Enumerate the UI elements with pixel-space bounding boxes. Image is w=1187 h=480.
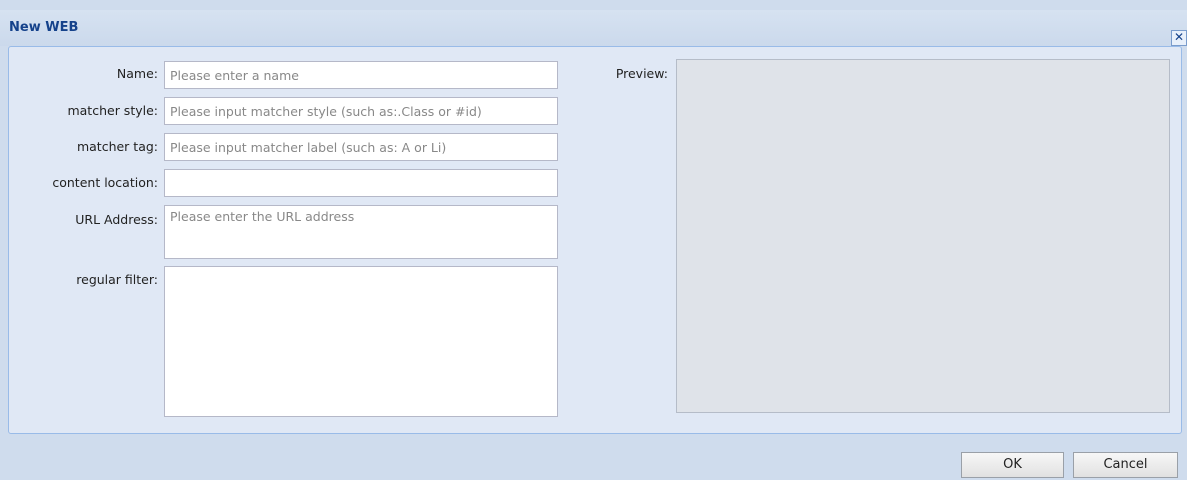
regular-filter-label: regular filter: xyxy=(76,272,158,287)
url-address-label: URL Address: xyxy=(75,212,158,227)
preview-label: Preview: xyxy=(615,66,668,81)
close-icon[interactable]: ✕ xyxy=(1171,30,1187,46)
name-input[interactable] xyxy=(164,61,558,89)
dialog-title: New WEB xyxy=(9,20,79,35)
content-location-input[interactable] xyxy=(164,169,558,197)
regular-filter-textarea[interactable] xyxy=(164,266,558,417)
new-web-dialog: New WEB ✕ Name: matcher style: matcher t… xyxy=(0,0,1187,480)
name-label: Name: xyxy=(116,66,158,81)
matcher-tag-input[interactable] xyxy=(164,133,558,161)
content-location-label: content location: xyxy=(52,175,158,190)
dialog-titlebar[interactable]: New WEB ✕ xyxy=(0,10,1187,46)
matcher-style-input[interactable] xyxy=(164,97,558,125)
preview-pane xyxy=(676,59,1170,413)
matcher-tag-label: matcher tag: xyxy=(76,139,158,154)
url-address-textarea[interactable] xyxy=(164,205,558,259)
ok-button[interactable]: OK xyxy=(961,452,1064,478)
matcher-style-label: matcher style: xyxy=(67,103,158,118)
cancel-button[interactable]: Cancel xyxy=(1073,452,1178,478)
